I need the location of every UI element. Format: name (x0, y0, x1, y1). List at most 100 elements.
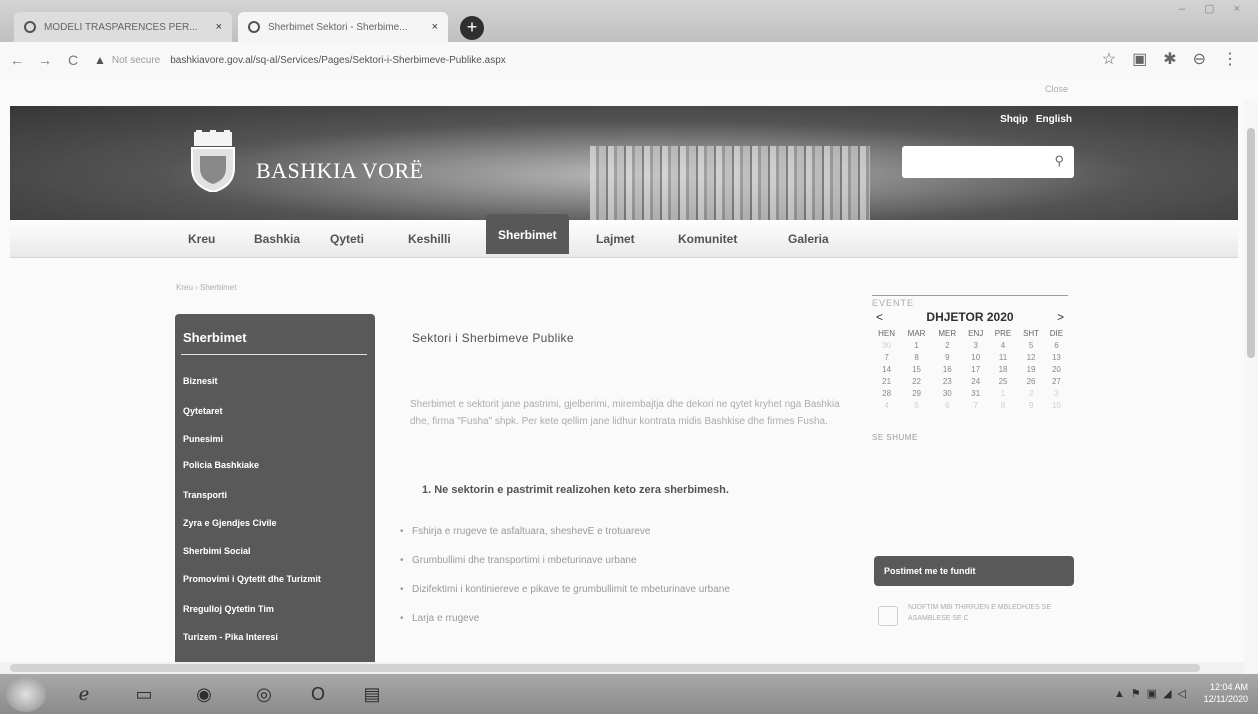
calendar-day[interactable]: 14 (872, 363, 901, 375)
prev-month-button[interactable]: < (872, 310, 887, 324)
calendar-day[interactable]: 20 (1045, 363, 1068, 375)
sidebar-item-promovimi[interactable]: Promovimi i Qytetit dhe Turizmit (183, 574, 321, 584)
sidebar-item-qytetaret[interactable]: Qytetaret (183, 406, 223, 416)
calendar-day[interactable]: 7 (963, 399, 989, 411)
nav-galeria[interactable]: Galeria (788, 232, 829, 246)
see-more-link[interactable]: SE SHUME (872, 433, 1072, 442)
opera-icon[interactable]: O (296, 678, 340, 710)
calendar-day[interactable]: 26 (1017, 375, 1045, 387)
nav-komunitet[interactable]: Komunitet (678, 232, 737, 246)
calendar-day[interactable]: 1 (989, 387, 1017, 399)
sidebar-item-punesimi[interactable]: Punesimi (183, 434, 223, 444)
calendar-day[interactable]: 9 (932, 351, 963, 363)
tab-close-icon[interactable]: × (216, 21, 222, 33)
sidebar-item-turizem[interactable]: Turizem - Pika Interesi (183, 632, 278, 642)
new-tab-button[interactable]: + (460, 16, 484, 40)
next-month-button[interactable]: > (1053, 310, 1068, 324)
calendar-day[interactable]: 21 (872, 375, 901, 387)
calendar-day[interactable]: 31 (963, 387, 989, 399)
sidebar-item-sherbimi-social[interactable]: Sherbimi Social (183, 546, 251, 556)
calendar-day[interactable]: 30 (932, 387, 963, 399)
calendar-day[interactable]: 2 (1017, 387, 1045, 399)
calendar-day[interactable]: 27 (1045, 375, 1068, 387)
forward-icon[interactable]: → (34, 52, 56, 68)
calendar-day[interactable]: 19 (1017, 363, 1045, 375)
lang-english[interactable]: English (1036, 114, 1072, 125)
calendar-day[interactable]: 23 (932, 375, 963, 387)
calendar-day[interactable]: 4 (989, 339, 1017, 351)
horizontal-scrollbar[interactable] (0, 662, 1244, 674)
calendar-month: DHJETOR 2020 (926, 310, 1014, 324)
folder-icon[interactable]: ▭ (122, 678, 166, 710)
puzzle-icon[interactable]: ✱ (1163, 49, 1176, 69)
menu-icon[interactable]: ⋮ (1222, 49, 1238, 69)
sidebar-item-rregulloj[interactable]: Rregulloj Qytetin Tim (183, 604, 274, 614)
calendar-day[interactable]: 28 (872, 387, 901, 399)
nav-kreu[interactable]: Kreu (188, 232, 215, 246)
calendar-day[interactable]: 8 (901, 351, 932, 363)
calendar-day[interactable]: 8 (989, 399, 1017, 411)
nav-keshilli[interactable]: Keshilli (408, 232, 451, 246)
search-input[interactable] (902, 146, 1042, 176)
nav-sherbimet[interactable]: Sherbimet (486, 214, 569, 254)
sidebar-item-transporti[interactable]: Transporti (183, 490, 227, 500)
browser-tab-active[interactable]: Sherbimet Sektori - Sherbime... × (238, 12, 448, 42)
calendar-day[interactable]: 16 (932, 363, 963, 375)
lang-shqip[interactable]: Shqip (1000, 114, 1028, 125)
calendar-day[interactable]: 29 (901, 387, 932, 399)
url-field[interactable]: ▲ Not secure bashkiavore.gov.al/sq-al/Se… (94, 53, 506, 67)
calendar-day[interactable]: 12 (1017, 351, 1045, 363)
calendar-day[interactable]: 3 (963, 339, 989, 351)
calendar-day[interactable]: 10 (963, 351, 989, 363)
calendar-day[interactable]: 25 (989, 375, 1017, 387)
calendar-day[interactable]: 3 (1045, 387, 1068, 399)
ie-icon[interactable]: ℯ (62, 678, 106, 710)
search-icon[interactable]: ⚲ (1054, 153, 1064, 169)
nav-lajmet[interactable]: Lajmet (596, 232, 635, 246)
calendar-day[interactable]: 24 (963, 375, 989, 387)
system-tray[interactable]: ▲⚑▣◢◁ (1114, 687, 1192, 700)
calendar-day[interactable]: 1 (901, 339, 932, 351)
extension-icon[interactable]: ▣ (1132, 49, 1147, 69)
sidebar-item-policia[interactable]: Policia Bashkiake (183, 460, 259, 470)
calendar-day[interactable]: 5 (1017, 339, 1045, 351)
calendar-day[interactable]: 10 (1045, 399, 1068, 411)
sidebar-item-gjendja-civile[interactable]: Zyra e Gjendjes Civile (183, 518, 277, 528)
nav-qyteti[interactable]: Qyteti (330, 232, 364, 246)
reload-icon[interactable]: C (62, 52, 84, 68)
app-icon[interactable]: ▤ (350, 678, 394, 710)
calendar-day[interactable]: 15 (901, 363, 932, 375)
calendar-day[interactable]: 5 (901, 399, 932, 411)
recent-post-link[interactable]: NJOFTIM MBI THIRRJEN E MBLEDHJES SE ASAM… (908, 602, 1058, 624)
chrome-icon[interactable]: ◎ (242, 678, 286, 710)
calendar-day[interactable]: 2 (932, 339, 963, 351)
star-icon[interactable]: ☆ (1102, 49, 1116, 69)
site-brand[interactable]: BASHKIA VORË (256, 158, 424, 184)
calendar-day[interactable]: 9 (1017, 399, 1045, 411)
calendar-day[interactable]: 13 (1045, 351, 1068, 363)
scroll-thumb[interactable] (10, 664, 1200, 672)
browser-tab[interactable]: MODELI TRASPARENCES PER... × (14, 12, 232, 42)
sidebar-item-biznesit[interactable]: Biznesit (183, 376, 218, 386)
calendar-day[interactable]: 17 (963, 363, 989, 375)
calendar-day[interactable]: 6 (1045, 339, 1068, 351)
window-controls[interactable]: – ▢ × (1179, 2, 1248, 15)
scroll-thumb[interactable] (1247, 128, 1255, 358)
calendar-day[interactable]: 22 (901, 375, 932, 387)
vertical-scrollbar[interactable] (1244, 100, 1258, 696)
profile-icon[interactable]: ⊖ (1193, 49, 1206, 69)
system-clock[interactable]: 12:04 AM 12/11/2020 (1204, 681, 1248, 705)
calendar-day[interactable]: 7 (872, 351, 901, 363)
tab-close-icon[interactable]: × (432, 21, 438, 33)
back-icon[interactable]: ← (6, 52, 28, 68)
close-link[interactable]: Close (1045, 84, 1068, 94)
calendar-day[interactable]: 30 (872, 339, 901, 351)
calendar-day[interactable]: 11 (989, 351, 1017, 363)
nav-bashkia[interactable]: Bashkia (254, 232, 300, 246)
calendar-day[interactable]: 6 (932, 399, 963, 411)
calendar-day[interactable]: 4 (872, 399, 901, 411)
start-button[interactable] (6, 676, 46, 712)
media-icon[interactable]: ◉ (182, 678, 226, 710)
breadcrumb[interactable]: Kreu › Sherbimet (176, 283, 236, 292)
calendar-day[interactable]: 18 (989, 363, 1017, 375)
